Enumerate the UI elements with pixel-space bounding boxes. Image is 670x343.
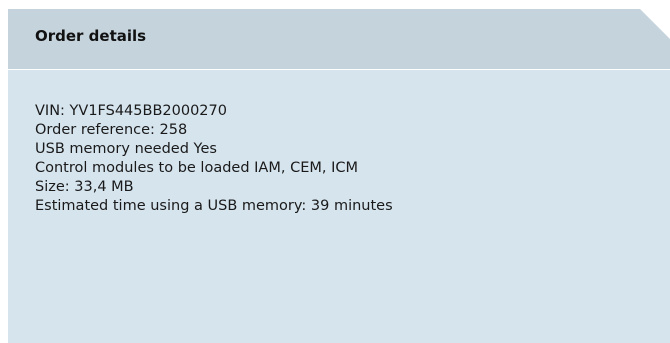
panel-header: Order details bbox=[8, 9, 670, 70]
order-details-panel: Order details VIN: YV1FS445BB2000270 Ord… bbox=[8, 9, 670, 343]
order-reference-line: Order reference: 258 bbox=[35, 122, 188, 138]
order-details-list: VIN: YV1FS445BB2000270 Order reference: … bbox=[35, 102, 393, 216]
size-line: Size: 33,4 MB bbox=[35, 179, 134, 195]
usb-memory-needed-line: USB memory needed Yes bbox=[35, 141, 217, 157]
control-modules-line: Control modules to be loaded IAM, CEM, I… bbox=[35, 160, 359, 176]
vin-line: VIN: YV1FS445BB2000270 bbox=[35, 103, 227, 119]
panel-title: Order details bbox=[35, 27, 147, 45]
corner-fold bbox=[640, 9, 670, 39]
estimated-time-line: Estimated time using a USB memory: 39 mi… bbox=[35, 198, 393, 214]
